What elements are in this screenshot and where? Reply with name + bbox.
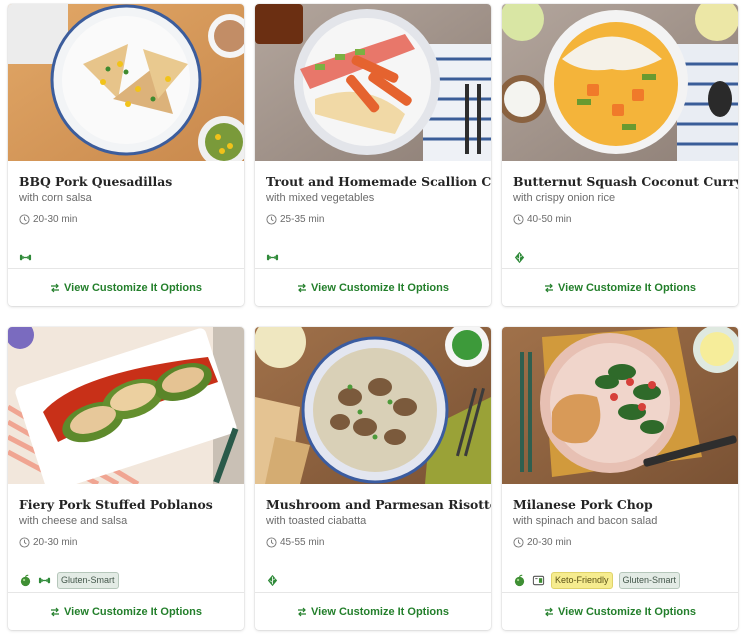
clock-icon [513, 214, 524, 225]
apple-icon [20, 574, 31, 586]
customize-options-link[interactable]: View Customize It Options [502, 268, 738, 306]
cook-time-text: 20-30 min [33, 214, 78, 225]
recipe-card[interactable]: Milanese Pork Chop with spinach and baco… [502, 327, 738, 630]
leaf-icon [514, 251, 525, 263]
swap-icon [545, 607, 554, 616]
apple-icon [514, 574, 525, 586]
recipe-tags [266, 572, 279, 588]
recipe-tags [513, 249, 526, 265]
customize-options-link[interactable]: View Customize It Options [255, 268, 491, 306]
cook-time-text: 20-30 min [527, 537, 572, 548]
clock-icon [513, 537, 524, 548]
customize-options-label[interactable]: View Customize It Options [64, 606, 202, 618]
cook-time-text: 25-35 min [280, 214, 325, 225]
recipe-photo[interactable] [8, 327, 244, 484]
recipe-subtitle: with toasted ciabatta [266, 515, 367, 527]
recipe-photo[interactable] [8, 4, 244, 161]
recipe-subtitle: with crispy onion rice [513, 192, 616, 204]
recipe-card[interactable]: Butternut Squash Coconut Curry with cris… [502, 4, 738, 306]
cook-time: 25-35 min [266, 213, 480, 226]
customize-options-link[interactable]: View Customize It Options [8, 592, 244, 630]
cook-time-text: 20-30 min [33, 537, 78, 548]
recipe-tags [266, 249, 279, 265]
dumbbell-icon [38, 577, 51, 583]
recipe-title[interactable]: Trout and Homemade Scallion Cake [266, 174, 491, 190]
recipe-tags: Gluten-Smart [19, 571, 119, 589]
customize-options-label[interactable]: View Customize It Options [311, 282, 449, 294]
recipe-photo[interactable] [502, 327, 738, 484]
recipe-title[interactable]: Fiery Pork Stuffed Poblanos [19, 497, 233, 513]
cook-time: 20-30 min [19, 536, 233, 549]
recipe-subtitle: with spinach and bacon salad [513, 515, 658, 527]
recipe-grid: BBQ Pork Quesadillas with corn salsa 20-… [8, 4, 738, 630]
cook-time: 20-30 min [19, 213, 233, 226]
clock-icon [266, 537, 277, 548]
recipe-photo[interactable] [255, 4, 491, 161]
clock-icon [19, 214, 30, 225]
recipe-card[interactable]: Trout and Homemade Scallion Cake with mi… [255, 4, 491, 306]
customize-options-label[interactable]: View Customize It Options [558, 606, 696, 618]
recipe-photo[interactable] [502, 4, 738, 161]
cook-time-text: 40-50 min [527, 214, 572, 225]
gluten-smart-badge: Gluten-Smart [57, 571, 119, 589]
recipe-title[interactable]: Butternut Squash Coconut Curry [513, 174, 738, 190]
customize-options-link[interactable]: View Customize It Options [502, 592, 738, 630]
recipe-photo[interactable] [255, 327, 491, 484]
recipe-card[interactable]: BBQ Pork Quesadillas with corn salsa 20-… [8, 4, 244, 306]
recipe-title[interactable]: BBQ Pork Quesadillas [19, 174, 233, 190]
dumbbell-icon [19, 254, 32, 260]
recipe-subtitle: with cheese and salsa [19, 515, 128, 527]
customize-options-link[interactable]: View Customize It Options [8, 268, 244, 306]
recipe-card[interactable]: Fiery Pork Stuffed Poblanos with cheese … [8, 327, 244, 630]
dumbbell-icon [266, 254, 279, 260]
swap-icon [51, 607, 60, 616]
keto-friendly-badge: Keto-Friendly [551, 571, 613, 589]
cook-time-text: 45-55 min [280, 537, 325, 548]
clock-icon [19, 537, 30, 548]
recipe-subtitle: with corn salsa [19, 192, 92, 204]
swap-icon [298, 607, 307, 616]
leaf-icon [267, 574, 278, 586]
swap-icon [545, 283, 554, 292]
cook-time: 20-30 min [513, 536, 727, 549]
recipe-card[interactable]: Mushroom and Parmesan Risotto with toast… [255, 327, 491, 630]
swap-icon [298, 283, 307, 292]
customize-options-label[interactable]: View Customize It Options [311, 606, 449, 618]
recipe-title[interactable]: Mushroom and Parmesan Risotto [266, 497, 491, 513]
gluten-smart-badge: Gluten-Smart [618, 571, 681, 589]
recipe-subtitle: with mixed vegetables [266, 192, 375, 204]
customize-options-label[interactable]: View Customize It Options [558, 282, 696, 294]
scale-icon [532, 575, 545, 585]
recipe-title[interactable]: Milanese Pork Chop [513, 497, 727, 513]
cook-time: 45-55 min [266, 536, 480, 549]
customize-options-link[interactable]: View Customize It Options [255, 592, 491, 630]
clock-icon [266, 214, 277, 225]
swap-icon [51, 283, 60, 292]
customize-options-label[interactable]: View Customize It Options [64, 282, 202, 294]
recipe-tags [19, 249, 32, 265]
recipe-tags: Keto-Friendly Gluten-Smart [513, 571, 681, 589]
cook-time: 40-50 min [513, 213, 727, 226]
